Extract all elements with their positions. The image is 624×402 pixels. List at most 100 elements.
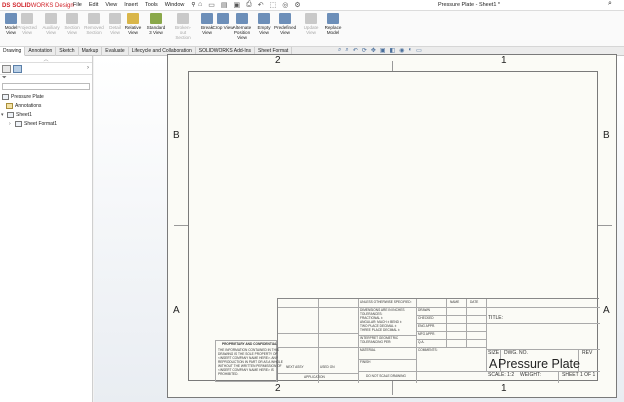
undo-icon[interactable]: ↶ <box>258 1 264 9</box>
rev-label: REV <box>582 350 593 356</box>
relative-view-button[interactable]: Relative View <box>122 13 144 35</box>
home-icon[interactable]: ⌂ <box>198 1 202 9</box>
pan-icon[interactable]: ✥ <box>371 47 376 54</box>
auxiliary-view-icon <box>45 13 57 24</box>
zone-label-bottom-1: 1 <box>501 383 507 394</box>
broken-out-section-button[interactable]: Broken-out Section <box>172 13 194 40</box>
application-label: APPLICATION <box>304 375 325 379</box>
options-icon[interactable]: ⚙ <box>294 1 300 9</box>
hide-show-icon[interactable]: ◉ <box>399 47 404 54</box>
select-icon[interactable]: ⬚ <box>270 1 277 9</box>
menu-window[interactable]: Window <box>165 2 185 8</box>
filter-icon[interactable]: ⏷ <box>0 75 92 83</box>
feature-tree: Pressure Plate Annotations ▾ Sheet1 › Shee… <box>0 92 92 128</box>
zoom-to-fit-icon[interactable]: ⌕ <box>338 47 341 54</box>
zone-label-right-b: B <box>603 130 610 141</box>
qa-label: Q.A. <box>418 340 425 344</box>
tab-annotation[interactable]: Annotation <box>25 47 57 56</box>
size-label: SIZE <box>488 350 500 356</box>
menu-insert[interactable]: Insert <box>124 2 138 8</box>
alternate-position-view-icon <box>236 13 248 24</box>
finish-label: FINISH <box>360 360 371 364</box>
print-icon[interactable]: ⎙ <box>246 1 252 9</box>
empty-view-button[interactable]: Empty View <box>253 13 275 35</box>
name-header: NAME <box>450 300 460 304</box>
tree-filter-input[interactable] <box>2 83 90 90</box>
title-label: TITLE: <box>488 315 504 321</box>
update-view-button[interactable]: Update View <box>300 13 322 35</box>
title-block: USED ON NEXT ASSY APPLICATION UNLESS OTH… <box>277 298 600 383</box>
tree-item-root[interactable]: Pressure Plate <box>0 92 92 101</box>
scene-icon[interactable]: ▭ <box>416 47 422 54</box>
view-toolbar: ⌕ ⌕ ↶ ⟳ ✥ ▣ ◧ ◉ ◐ ▭ <box>338 47 422 54</box>
zone-label-left-a: A <box>173 305 180 316</box>
comments-label: COMMENTS: <box>418 348 438 352</box>
new-icon[interactable]: ▭ <box>208 1 215 9</box>
expand-icon[interactable]: › <box>9 121 13 127</box>
used-on-label: USED ON <box>320 365 335 369</box>
crop-view-icon <box>217 13 229 24</box>
chevron-right-icon[interactable]: › <box>87 65 89 71</box>
rebuild-icon[interactable]: ◎ <box>282 1 288 9</box>
menu-edit[interactable]: Edit <box>89 2 98 8</box>
view-orientation-icon[interactable]: ▣ <box>380 47 386 54</box>
tree-item-sheet-format[interactable]: › Sheet Format1 <box>0 119 92 128</box>
eng-appr-label: ENG APPR. <box>418 324 436 328</box>
tab-sketch[interactable]: Sketch <box>56 47 79 56</box>
removed-section-button[interactable]: Removed Section <box>83 13 105 35</box>
drawing-icon <box>2 93 9 100</box>
menu-file[interactable]: File <box>73 2 82 8</box>
projected-view-button[interactable]: Projected View <box>16 13 38 35</box>
display-style-icon[interactable]: ◧ <box>390 47 396 54</box>
replace-model-icon <box>327 13 339 24</box>
zone-label-left-b: B <box>173 130 180 141</box>
open-icon[interactable]: ▤ <box>221 1 228 9</box>
rotate-icon[interactable]: ⟳ <box>362 47 367 54</box>
section-view-icon <box>66 13 78 24</box>
menu-tools[interactable]: Tools <box>145 2 158 8</box>
search-icon[interactable]: ⌕ <box>608 0 612 8</box>
section-view-button[interactable]: Section View <box>61 13 83 35</box>
title-bar: DS SOLIDWORKS Design File Edit View Inse… <box>0 0 624 11</box>
drawing-border: USED ON NEXT ASSY APPLICATION UNLESS OTH… <box>188 71 600 383</box>
tolerancing-label: TOLERANCING PER: <box>360 340 392 344</box>
zoom-area-icon[interactable]: ⌕ <box>345 47 348 54</box>
quick-access-toolbar: ⌂ ▭ ▤ ▣ ⎙ ↶ ⬚ ◎ ⚙ <box>198 1 301 9</box>
tab-evaluate[interactable]: Evaluate <box>102 47 129 56</box>
collapse-handle-icon[interactable]: ︿ <box>0 56 92 63</box>
auxiliary-view-button[interactable]: Auxiliary View <box>40 13 62 35</box>
expand-icon[interactable]: ▾ <box>1 112 5 118</box>
solidworks-logo[interactable]: DS SOLIDWORKS Design <box>2 1 74 10</box>
standard-3-view-icon <box>150 13 162 24</box>
tab-drawing[interactable]: Drawing <box>0 47 26 56</box>
detail-view-icon <box>109 13 121 24</box>
material-label: MATERIAL <box>360 348 376 352</box>
alternate-position-view-button[interactable]: Alternate Position View <box>231 13 253 40</box>
size-value: A <box>489 357 498 371</box>
predefined-view-icon <box>279 13 291 24</box>
replace-model-button[interactable]: Replace Model <box>322 13 344 35</box>
do-not-scale-label: DO NOT SCALE DRAWING <box>366 374 406 378</box>
property-manager-tab-icon[interactable] <box>13 64 22 73</box>
tree-item-sheet[interactable]: ▾ Sheet1 <box>0 110 92 119</box>
zone-label-top-2: 2 <box>275 55 281 66</box>
pin-icon[interactable]: ⚲ <box>191 2 195 8</box>
sheet-format-icon <box>15 120 22 127</box>
feature-manager-tab-icon[interactable] <box>2 64 11 73</box>
annotations-icon <box>6 102 13 109</box>
drawn-label: DRAWN <box>418 308 430 312</box>
previous-view-icon[interactable]: ↶ <box>353 47 358 54</box>
tree-item-annotations[interactable]: Annotations <box>0 101 92 110</box>
sheet-of-label: SHEET 1 OF 1 <box>562 372 596 378</box>
unless-specified-label: UNLESS OTHERWISE SPECIFIED: <box>360 300 412 304</box>
tab-markup[interactable]: Markup <box>79 47 103 56</box>
standard-3-view-button[interactable]: Standard 3 View <box>145 13 167 35</box>
appearance-icon[interactable]: ◐ <box>408 47 412 54</box>
drawing-sheet[interactable]: 2 1 2 1 B A B A USED ON NEXT ASSY APPLIC… <box>167 54 617 398</box>
projected-view-icon <box>21 13 33 24</box>
menu-view[interactable]: View <box>105 2 117 8</box>
predefined-view-button[interactable]: Predefined View <box>274 13 296 35</box>
save-icon[interactable]: ▣ <box>233 1 240 9</box>
window-title: Pressure Plate - Sheet1 * <box>438 2 501 8</box>
mfg-appr-label: MFG APPR. <box>418 332 436 336</box>
